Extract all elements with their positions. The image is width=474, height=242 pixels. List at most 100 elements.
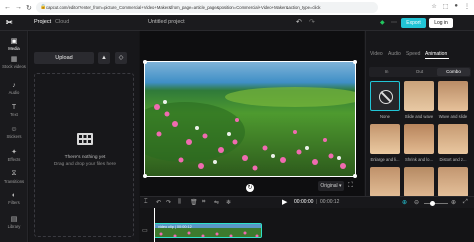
animation-label: Shrink and lo... xyxy=(405,157,433,162)
subtab-in[interactable]: In xyxy=(370,69,403,74)
animation-thumb[interactable] xyxy=(438,167,468,197)
delete-icon[interactable]: 🗑 xyxy=(190,199,198,206)
media-icon: ▣ xyxy=(10,38,18,45)
project-title[interactable]: Untitled project xyxy=(148,19,185,25)
tab-speed[interactable]: Speed xyxy=(406,51,420,57)
transitions-icon: ⧖ xyxy=(11,170,17,177)
google-drive-icon[interactable]: ▲ xyxy=(98,52,110,64)
zoom-out-icon[interactable]: ⊖ xyxy=(414,199,419,206)
resize-handle[interactable] xyxy=(353,174,357,178)
export-button[interactable]: Export xyxy=(401,18,426,28)
forward-icon[interactable]: → xyxy=(15,4,22,12)
browser-nav: ← → ↻ xyxy=(0,4,36,12)
animation-label: Wave and slide xyxy=(438,114,468,119)
capcut-logo-icon[interactable]: ✂ xyxy=(6,18,16,28)
star-icon[interactable]: ☆ xyxy=(431,3,436,10)
empty-hint: Drag and drop your files here xyxy=(53,162,117,167)
profile-icon[interactable]: ● xyxy=(454,3,458,10)
address-bar[interactable]: capcut.com/editor?enter_from=picture_Com… xyxy=(36,2,378,13)
subtab-combo[interactable]: Combo xyxy=(437,68,470,76)
redo-icon[interactable]: ↷ xyxy=(166,199,171,206)
sidebar-item-transitions[interactable]: ⧖ Transitions xyxy=(0,170,28,184)
zoom-slider[interactable] xyxy=(424,203,448,204)
video-preview[interactable] xyxy=(144,61,356,177)
play-icon[interactable]: ▶ xyxy=(282,198,287,206)
sidebar-item-effects[interactable]: ✦ Effects xyxy=(0,148,28,162)
track-icon: ▭ xyxy=(142,228,148,234)
animation-slide-and-wave[interactable] xyxy=(404,81,434,111)
sidebar-item-media[interactable]: ▣ Media xyxy=(0,37,28,51)
zoom-in-icon[interactable]: ⊕ xyxy=(451,199,456,206)
redo-icon[interactable]: ↷ xyxy=(309,18,315,26)
ratio-label: Original xyxy=(320,183,338,189)
animation-none[interactable] xyxy=(370,81,400,111)
tab-audio[interactable]: Audio xyxy=(388,51,401,57)
top-bar: ✂ Project Cloud Untitled project ↶ ↷ ◆ ⋯… xyxy=(0,15,474,31)
fullscreen-icon[interactable]: ⛶ xyxy=(348,182,353,190)
dropzone[interactable]: There's nothing yet Drag and drop your f… xyxy=(34,73,134,237)
login-button[interactable]: Log in xyxy=(429,18,453,28)
animation-wave-and-slide[interactable] xyxy=(438,81,468,111)
snap-icon[interactable]: ⊕ xyxy=(402,199,407,206)
animation-label: Slide and wave xyxy=(404,114,434,119)
select-icon[interactable]: ⌶ xyxy=(144,199,148,206)
upgrade-icon[interactable]: ◆ xyxy=(380,19,385,26)
dropbox-icon[interactable]: ◇ xyxy=(115,52,127,64)
resize-handle[interactable] xyxy=(143,60,147,64)
animation-label: Distort and z... xyxy=(439,157,467,162)
tab-project[interactable]: Project xyxy=(34,19,51,25)
crop-icon[interactable]: ⌗ xyxy=(202,199,205,206)
upload-label: Upload xyxy=(55,55,73,61)
undo-icon[interactable]: ↶ xyxy=(296,18,302,26)
sidebar-item-text[interactable]: T Text xyxy=(0,104,28,117)
properties-panel: Video Audio Speed Animation In Out Combo… xyxy=(365,31,474,197)
browser-bar: ← → ↻ capcut.com/editor?enter_from=pictu… xyxy=(0,0,474,15)
mirror-icon[interactable]: ⇋ xyxy=(214,199,219,206)
zoom-slider-thumb[interactable] xyxy=(430,201,435,206)
fit-icon[interactable]: ⤢ xyxy=(463,199,468,206)
playhead[interactable] xyxy=(154,208,155,242)
ratio-select[interactable]: Original ▾ xyxy=(318,181,344,191)
freeze-icon[interactable]: ❄ xyxy=(226,199,231,206)
sidebar-item-filters[interactable]: ◐ Filters xyxy=(0,192,28,205)
reload-icon[interactable]: ↻ xyxy=(26,4,32,12)
animation-distort[interactable] xyxy=(438,124,468,154)
animation-thumb[interactable] xyxy=(404,167,434,197)
none-icon xyxy=(379,90,393,104)
animation-label: Enlarge and li... xyxy=(370,157,400,162)
library-icon: ▤ xyxy=(10,216,18,223)
tab-animation[interactable]: Animation xyxy=(425,51,447,57)
sidebar-item-library[interactable]: ▤ Library xyxy=(0,215,28,229)
sidebar-item-audio[interactable]: ♪ Audio xyxy=(0,82,28,95)
sidebar-item-stickers[interactable]: ☺ Stickers xyxy=(0,126,28,139)
stickers-icon: ☺ xyxy=(10,126,18,133)
animation-subtabs: In Out Combo xyxy=(369,67,471,77)
video-clip[interactable]: video clip | 00:00:12 xyxy=(154,223,262,238)
subtab-out[interactable]: Out xyxy=(403,69,436,74)
animation-label: None xyxy=(379,114,390,119)
rotate-icon[interactable]: ↻ xyxy=(246,184,254,192)
none-slash xyxy=(380,91,392,103)
flower-field-image xyxy=(145,62,355,176)
resize-handle[interactable] xyxy=(353,60,357,64)
audio-icon: ♪ xyxy=(12,82,16,89)
upload-button[interactable]: Upload xyxy=(34,52,94,64)
empty-title: There's nothing yet xyxy=(64,155,106,160)
tab-cloud[interactable]: Cloud xyxy=(55,19,69,25)
time-separator: | xyxy=(316,199,318,205)
animation-enlarge[interactable] xyxy=(370,124,400,154)
menu-icon[interactable]: ⋮ xyxy=(464,3,470,10)
media-panel: Upload ▲ ◇ There's nothing yet Drag and … xyxy=(29,31,139,242)
split-icon[interactable]: ⫼ xyxy=(178,199,181,206)
undo-icon[interactable]: ↶ xyxy=(156,199,161,206)
sidebar-item-stock-videos[interactable]: ▦ Stock videos xyxy=(0,55,28,69)
url-text: capcut.com/editor?enter_from=picture_Com… xyxy=(46,5,321,10)
editor-app: ✂ Project Cloud Untitled project ↶ ↷ ◆ ⋯… xyxy=(0,15,474,242)
resize-handle[interactable] xyxy=(143,174,147,178)
animation-thumb[interactable] xyxy=(370,167,400,197)
more-icon[interactable]: ⋯ xyxy=(391,19,397,26)
tab-video[interactable]: Video xyxy=(370,51,383,57)
animation-shrink[interactable] xyxy=(404,124,434,154)
extensions-icon[interactable]: ⬚ xyxy=(443,3,449,10)
back-icon[interactable]: ← xyxy=(4,4,11,12)
